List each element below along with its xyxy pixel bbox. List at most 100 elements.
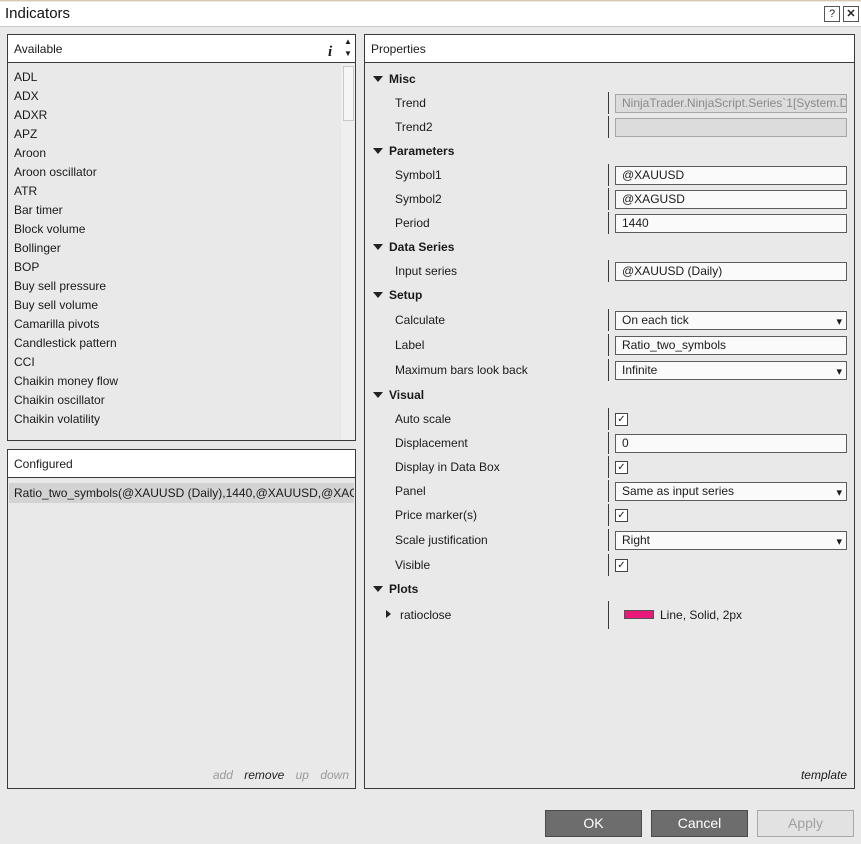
properties-title: Properties <box>371 42 426 56</box>
list-item[interactable]: Candlestick pattern <box>14 334 334 353</box>
scroll-down-icon[interactable]: ▼ <box>342 48 354 60</box>
property-label: Scale justification <box>395 533 488 547</box>
column-divider <box>608 359 609 381</box>
property-symbol1: Symbol1 @XAUUSD <box>365 164 854 186</box>
configured-item-label: Ratio_two_symbols(@XAUUSD (Daily),1440,@… <box>14 486 354 500</box>
collapse-icon[interactable] <box>373 244 383 250</box>
list-item[interactable]: ADL <box>14 68 334 87</box>
property-panel: Panel Same as input series ▾ <box>365 480 854 502</box>
property-plot-ratioclose[interactable]: ratioclose Line, Solid, 2px <box>365 601 854 632</box>
list-item[interactable]: Bar timer <box>14 201 334 220</box>
property-scale-justification: Scale justification Right ▾ <box>365 529 854 551</box>
symbol1-input[interactable]: @XAUUSD <box>615 166 847 185</box>
price-marker-checkbox[interactable]: ✓ <box>615 509 628 522</box>
visible-checkbox[interactable]: ✓ <box>615 559 628 572</box>
collapse-icon[interactable] <box>373 148 383 154</box>
list-item[interactable]: Aroon <box>14 144 334 163</box>
category-setup[interactable]: Setup <box>365 284 854 306</box>
property-label: Period <box>395 216 430 230</box>
calculate-select[interactable]: On each tick ▾ <box>615 311 847 330</box>
column-divider <box>608 188 609 210</box>
ok-button[interactable]: OK <box>545 810 642 837</box>
list-item[interactable]: Buy sell volume <box>14 296 334 315</box>
properties-header: Properties <box>365 35 854 63</box>
property-price-marker: Price marker(s) ✓ <box>365 504 854 526</box>
data-box-checkbox[interactable]: ✓ <box>615 461 628 474</box>
symbol2-input[interactable]: @XAGUSD <box>615 190 847 209</box>
input-series-field[interactable]: @XAUUSD (Daily) <box>615 262 847 281</box>
down-button[interactable]: down <box>320 768 349 782</box>
panel-select[interactable]: Same as input series ▾ <box>615 482 847 501</box>
list-item[interactable]: APZ <box>14 125 334 144</box>
property-label: Symbol2 <box>395 192 442 206</box>
chevron-down-icon: ▾ <box>836 536 842 548</box>
list-item[interactable]: BOP <box>14 258 334 277</box>
period-input[interactable]: 1440 <box>615 214 847 233</box>
list-item[interactable]: Chaikin volatility <box>14 410 334 429</box>
category-plots[interactable]: Plots <box>365 578 854 600</box>
property-data-box: Display in Data Box ✓ <box>365 456 854 478</box>
collapse-icon[interactable] <box>373 76 383 82</box>
apply-button[interactable]: Apply <box>757 810 854 837</box>
plot-color-swatch[interactable] <box>624 610 654 619</box>
list-item[interactable]: Block volume <box>14 220 334 239</box>
column-divider <box>608 309 609 331</box>
list-item[interactable]: Chaikin oscillator <box>14 391 334 410</box>
scrollbar-thumb[interactable] <box>343 66 354 121</box>
property-input-series: Input series @XAUUSD (Daily) <box>365 260 854 282</box>
configured-item[interactable]: Ratio_two_symbols(@XAUUSD (Daily),1440,@… <box>9 483 354 503</box>
indicators-window: Indicators ? ✕ Available i ▲ ▼ ADL ADX A… <box>0 0 861 844</box>
configured-title: Configured <box>14 457 73 471</box>
property-label: ratioclose <box>400 608 452 622</box>
scale-justification-select[interactable]: Right ▾ <box>615 531 847 550</box>
expand-icon[interactable] <box>386 610 391 618</box>
remove-button[interactable]: remove <box>244 768 284 782</box>
add-button[interactable]: add <box>213 768 233 782</box>
list-item[interactable]: Bollinger <box>14 239 334 258</box>
list-item[interactable]: ADX <box>14 87 334 106</box>
column-divider <box>608 480 609 502</box>
chevron-down-icon: ▾ <box>836 316 842 328</box>
scroll-up-icon[interactable]: ▲ <box>342 36 354 48</box>
column-divider <box>608 92 609 114</box>
list-item[interactable]: CCI <box>14 353 334 372</box>
up-button[interactable]: up <box>296 768 309 782</box>
available-panel: Available i ▲ ▼ ADL ADX ADXR APZ Aroon A… <box>7 34 356 441</box>
list-item[interactable]: Buy sell pressure <box>14 277 334 296</box>
label-input[interactable]: Ratio_two_symbols <box>615 336 847 355</box>
property-symbol2: Symbol2 @XAGUSD <box>365 188 854 210</box>
collapse-icon[interactable] <box>373 292 383 298</box>
help-button[interactable]: ? <box>824 6 840 22</box>
max-bars-select[interactable]: Infinite ▾ <box>615 361 847 380</box>
auto-scale-checkbox[interactable]: ✓ <box>615 413 628 426</box>
chevron-down-icon: ▾ <box>836 487 842 499</box>
list-item[interactable]: Camarilla pivots <box>14 315 334 334</box>
collapse-icon[interactable] <box>373 586 383 592</box>
category-visual[interactable]: Visual <box>365 384 854 406</box>
close-icon[interactable]: ✕ <box>843 6 859 22</box>
list-item[interactable]: Aroon oscillator <box>14 163 334 182</box>
property-displacement: Displacement 0 <box>365 432 854 454</box>
category-label: Data Series <box>389 240 455 254</box>
property-label: Symbol1 <box>395 168 442 182</box>
collapse-icon[interactable] <box>373 392 383 398</box>
cancel-button[interactable]: Cancel <box>651 810 748 837</box>
chevron-down-icon: ▾ <box>836 366 842 378</box>
list-item[interactable]: Chaikin money flow <box>14 372 334 391</box>
displacement-input[interactable]: 0 <box>615 434 847 453</box>
plot-style-label: Line, Solid, 2px <box>660 608 743 622</box>
list-item[interactable]: ATR <box>14 182 334 201</box>
category-data-series[interactable]: Data Series <box>365 236 854 258</box>
template-link[interactable]: template <box>801 768 847 782</box>
property-label-row: Label Ratio_two_symbols <box>365 334 854 356</box>
category-parameters[interactable]: Parameters <box>365 140 854 162</box>
list-item[interactable]: ADXR <box>14 106 334 125</box>
info-icon[interactable]: i <box>328 38 332 66</box>
available-title: Available <box>14 42 63 56</box>
property-label: Display in Data Box <box>395 460 500 474</box>
category-misc[interactable]: Misc <box>365 68 854 90</box>
configured-actions: add remove up down <box>205 768 349 782</box>
property-label: Label <box>395 338 425 352</box>
property-label: Panel <box>395 484 426 498</box>
column-divider <box>608 432 609 454</box>
